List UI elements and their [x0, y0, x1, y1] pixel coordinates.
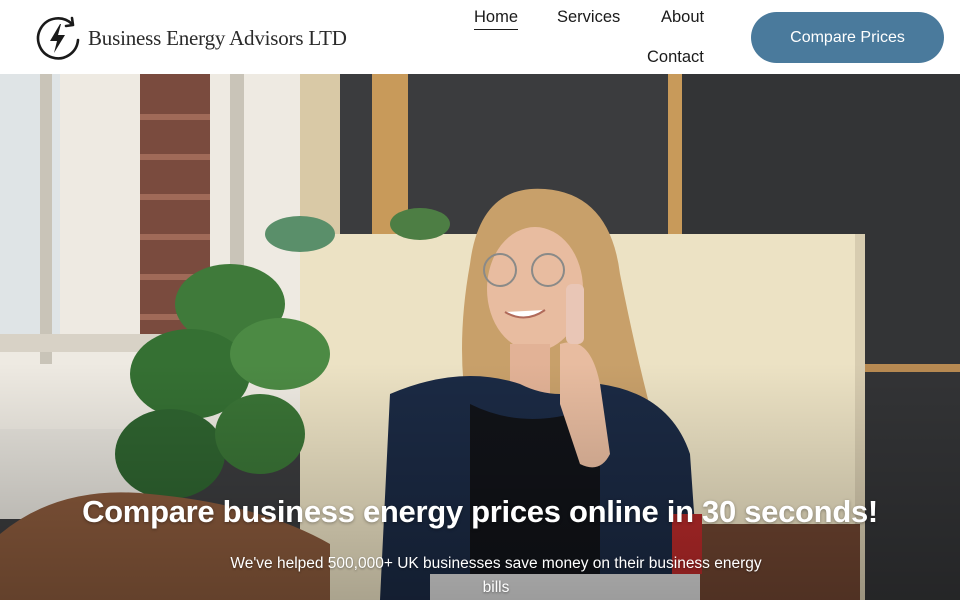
compare-prices-button[interactable]: Compare Prices	[751, 12, 944, 63]
hero-title: Compare business energy prices online in…	[82, 494, 878, 529]
nav-home[interactable]: Home	[474, 8, 519, 30]
hero-subtitle: We've helped 500,000+ UK businesses save…	[230, 555, 762, 596]
site-header: Business Energy Advisors LTD Home Servic…	[0, 0, 960, 74]
hero-section: Compare business energy prices online in…	[0, 74, 960, 600]
nav-about[interactable]: About	[661, 8, 704, 27]
nav-services[interactable]: Services	[557, 8, 620, 27]
nav-contact[interactable]: Contact	[647, 48, 704, 67]
